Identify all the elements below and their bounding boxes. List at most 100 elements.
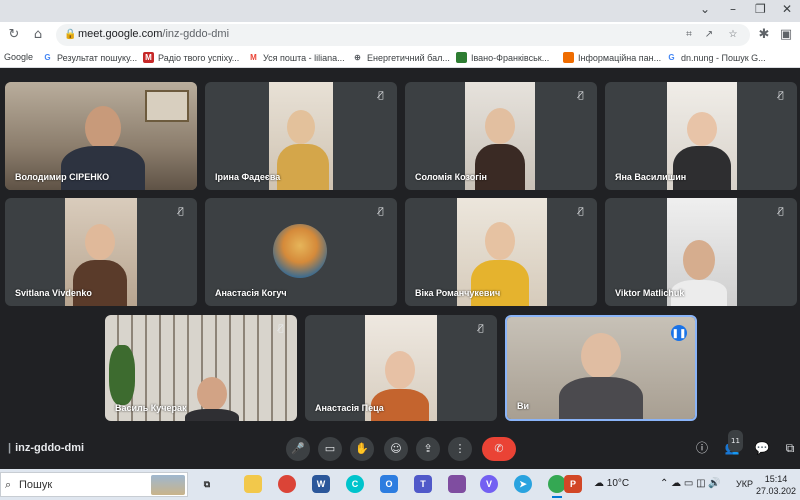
meet-grid: Володимир СІРЕНКО 🎙̸ Ірина Фадеєва 🎙̸ Со… — [0, 68, 800, 469]
participant-tile[interactable]: 🎙̸ Яна Василишин — [605, 82, 797, 190]
participant-name: Ірина Фадеєва — [215, 172, 281, 182]
camera-button[interactable]: ▭ — [318, 437, 342, 461]
clock-date: 27.03.202 — [756, 486, 797, 496]
bookmark-label: Радіо твого успіху... — [158, 52, 240, 63]
participant-head — [287, 110, 315, 144]
canva-icon[interactable]: C — [346, 475, 364, 493]
leave-call-button[interactable]: ✆ — [482, 437, 516, 461]
chat-button[interactable]: 💬 — [752, 438, 772, 458]
address-bar[interactable]: 🔒 meet.google.com/inz-gddo-dmi ⌗ ↗ ☆ — [56, 24, 750, 46]
participant-name: Анастасія Когуч — [215, 288, 287, 298]
bookmark-label: Івано-Франківськ... — [471, 52, 550, 63]
participant-tile[interactable]: 🎙̸ Соломія Козогін — [405, 82, 597, 190]
word-icon[interactable]: W — [312, 475, 330, 493]
bookmark-label: Інформаційна пан... — [578, 52, 662, 63]
present-screen-button[interactable]: ⇪ — [416, 437, 440, 461]
participant-count-badge: 11 — [728, 430, 743, 452]
emoji-button[interactable]: ☺ — [384, 437, 408, 461]
tab-strip: ⌄ – ❐ ✕ — [0, 0, 800, 22]
participant-body — [73, 260, 127, 306]
profile-menu-icon[interactable]: ▣ — [776, 25, 796, 45]
bookmark-item[interactable]: Google — [4, 52, 33, 62]
participant-head — [485, 108, 515, 144]
participant-name: Анастасія Пеца — [315, 403, 384, 413]
mic-off-icon: 🎙̸ — [478, 324, 484, 334]
more-options-button[interactable]: ⋮ — [448, 437, 472, 461]
bookmark-item[interactable]: G Результат пошуку... — [42, 52, 137, 63]
meeting-code-text: inz-gddo-dmi — [15, 442, 85, 454]
participant-tile[interactable]: 🎙̸ Viktor Matlichuk — [605, 198, 797, 306]
google-icon: G — [666, 52, 677, 63]
file-explorer-icon[interactable] — [244, 475, 262, 493]
participant-tile[interactable]: 🎙̸ Svitlana Vivdenko — [5, 198, 197, 306]
close-window-icon[interactable]: ✕ — [782, 2, 792, 16]
chrome-icon[interactable] — [278, 475, 296, 493]
mic-off-icon: 🎙̸ — [778, 207, 784, 217]
participant-body — [673, 146, 731, 190]
teams-icon[interactable]: T — [414, 475, 432, 493]
minimize-icon[interactable]: – — [730, 2, 736, 16]
telegram-icon[interactable]: ➤ — [514, 475, 532, 493]
google-icon: G — [42, 52, 53, 63]
lock-icon: 🔒 — [64, 29, 77, 40]
taskbar-clock[interactable]: 15:14 27.03.202 — [756, 473, 796, 497]
avatar — [273, 224, 327, 278]
share-icon[interactable]: ↗ — [702, 28, 716, 42]
bookmark-m-icon: M — [143, 52, 154, 63]
reload-icon[interactable]: ↻ — [4, 25, 24, 45]
search-highlight-image — [151, 475, 185, 495]
weather-widget[interactable]: ☁ 10°C — [594, 478, 629, 489]
participant-name: Viktor Matlichuk — [615, 288, 685, 298]
cloud-icon: ☁ — [594, 478, 604, 489]
activities-button[interactable]: ⧉ — [780, 438, 800, 458]
mic-off-icon: 🎙̸ — [378, 207, 384, 217]
app-icon[interactable] — [448, 475, 466, 493]
people-button[interactable]: 👥11 — [722, 430, 743, 458]
meeting-info-button[interactable]: ⓘ — [692, 438, 712, 458]
participant-tile[interactable]: 🎙̸ Анастасія Когуч — [205, 198, 397, 306]
bookmark-item[interactable]: Івано-Франківськ... — [456, 52, 549, 63]
extensions-icon[interactable]: ✱ — [754, 25, 774, 45]
mic-off-icon: 🎙̸ — [578, 207, 584, 217]
home-icon[interactable]: ⌂ — [28, 25, 48, 45]
viber-icon[interactable]: V — [480, 475, 498, 493]
participant-tile[interactable]: 🎙̸ Ірина Фадеєва — [205, 82, 397, 190]
weather-temperature: 10°C — [606, 478, 630, 489]
bookmark-item[interactable]: G dn.nung - Пошук G... — [666, 52, 766, 63]
wall-certificate — [145, 90, 189, 122]
participant-tile-self[interactable]: ❚❚ Ви — [505, 315, 697, 421]
participant-body — [471, 260, 529, 306]
taskbar-search[interactable]: ⌕ Пошук — [0, 472, 188, 497]
translate-icon[interactable]: ⌗ — [682, 28, 696, 42]
bookmark-label: dn.nung - Пошук G... — [681, 52, 766, 63]
powerpoint-icon[interactable]: P — [564, 475, 582, 493]
tray-icons[interactable]: ⌃ ☁ ▭ ◫ 🔊 — [660, 478, 721, 500]
bookmark-orange-icon — [563, 52, 574, 63]
bookmark-label: Результат пошуку... — [57, 52, 138, 63]
participant-tile[interactable]: 🎙̸ Анастасія Пеца — [305, 315, 497, 421]
participant-name: Соломія Козогін — [415, 172, 487, 182]
plant — [109, 345, 135, 405]
participant-head — [85, 106, 121, 150]
participant-head — [683, 240, 715, 280]
bookmark-label: Google — [4, 52, 34, 62]
participant-head — [385, 351, 415, 389]
bookmark-item[interactable]: Інформаційна пан... — [563, 52, 661, 63]
outlook-icon[interactable]: O — [380, 475, 398, 493]
tab-search-icon[interactable]: ⌄ — [700, 2, 710, 16]
task-view-icon[interactable]: ⧉ — [198, 475, 216, 493]
star-icon[interactable]: ☆ — [726, 28, 740, 42]
participant-tile[interactable]: Володимир СІРЕНКО — [5, 82, 197, 190]
bookmark-item[interactable]: M Уся пошта - liliana... — [248, 52, 345, 63]
bookmark-item[interactable]: M Радіо твого успіху... — [143, 52, 239, 63]
maximize-icon[interactable]: ❐ — [755, 2, 766, 16]
microphone-button[interactable]: 🎤 — [286, 437, 310, 461]
participant-tile[interactable]: 🎙̸ Василь Кучерак — [105, 315, 297, 421]
raise-hand-button[interactable]: ✋ — [350, 437, 374, 461]
language-indicator[interactable]: УКР — [736, 479, 753, 500]
participant-head — [581, 333, 621, 379]
url-host: meet.google.com — [78, 28, 163, 40]
bookmark-item[interactable]: ⊕ Енергетичний бал... — [352, 52, 450, 63]
participant-body — [61, 146, 145, 190]
participant-tile[interactable]: 🎙̸ Віка Романчукевич — [405, 198, 597, 306]
